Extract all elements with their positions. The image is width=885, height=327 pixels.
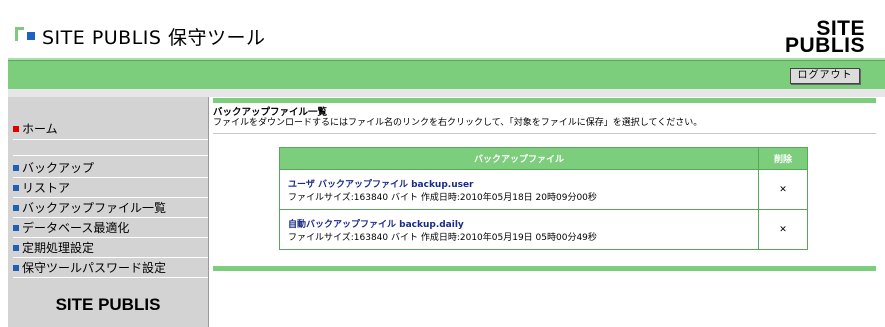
sidebar-footer-logo: SITE PUBLIS <box>55 295 161 314</box>
table-row: 自動バックアップファイル backup.daily ファイルサイズ:163840… <box>279 209 808 250</box>
file-meta: ファイルサイズ:163840 バイト 作成日時:2010年05月18日 20時0… <box>288 192 597 203</box>
app-logo-icon <box>15 27 35 41</box>
sidebar-item-db-optimize[interactable]: データベース最適化 <box>13 219 129 237</box>
content-bottom-bar <box>213 266 876 271</box>
red-square-icon <box>13 126 19 132</box>
delete-icon[interactable]: ✕ <box>758 169 808 210</box>
delete-icon[interactable]: ✕ <box>758 209 808 250</box>
page-description: ファイルをダウンロードするにはファイル名のリンクを右クリックして、「対象をファイ… <box>213 118 703 128</box>
brand-logo: SITE PUBLIS <box>784 18 865 57</box>
sidebar-item-label: 定期処理設定 <box>22 241 95 255</box>
sidebar-divider <box>13 217 208 218</box>
header: SITE PUBLIS 保守ツール SITE PUBLIS <box>0 0 885 58</box>
sidebar: ホーム バックアップ リストア バックアップファイル一覧 データベース最適化 定… <box>8 97 209 327</box>
header-sub-strip <box>8 89 885 97</box>
sidebar-divider <box>13 139 208 140</box>
logout-button[interactable]: ログアウト <box>790 68 860 84</box>
sidebar-divider <box>13 237 208 238</box>
sidebar-divider <box>13 177 208 178</box>
table-row: ユーザ バックアップファイル backup.user ファイルサイズ:16384… <box>279 169 808 210</box>
backup-file-table: バックアップファイル 削除 ユーザ バックアップファイル backup.user… <box>279 147 808 250</box>
sidebar-divider <box>13 155 208 156</box>
content-top-bar <box>213 98 876 103</box>
sidebar-divider <box>13 257 208 258</box>
sidebar-item-label: リストア <box>22 181 71 195</box>
sidebar-item-home[interactable]: ホーム <box>13 120 58 138</box>
sidebar-divider <box>13 197 208 198</box>
blue-square-icon <box>13 165 19 171</box>
file-link[interactable]: ユーザ バックアップファイル backup.user <box>288 177 757 190</box>
blue-square-icon <box>13 245 19 251</box>
file-cell: ユーザ バックアップファイル backup.user ファイルサイズ:16384… <box>279 169 759 210</box>
blue-square-icon <box>13 205 19 211</box>
description-divider <box>213 133 876 134</box>
sidebar-item-label: データベース最適化 <box>22 221 130 235</box>
sidebar-item-backup-list[interactable]: バックアップファイル一覧 <box>13 199 166 217</box>
sidebar-item-label: 保守ツールパスワード設定 <box>22 261 167 275</box>
table-header-row: バックアップファイル 削除 <box>279 147 808 170</box>
sidebar-divider <box>13 277 208 278</box>
sidebar-item-restore[interactable]: リストア <box>13 179 70 197</box>
file-link[interactable]: 自動バックアップファイル backup.daily <box>288 217 757 230</box>
header-bar <box>8 60 885 89</box>
column-header-file: バックアップファイル <box>279 147 759 170</box>
file-cell: 自動バックアップファイル backup.daily ファイルサイズ:163840… <box>279 209 759 250</box>
sidebar-item-label: バックアップファイル一覧 <box>22 201 167 215</box>
sidebar-item-password[interactable]: 保守ツールパスワード設定 <box>13 259 166 277</box>
blue-square-icon <box>13 185 19 191</box>
blue-square-icon <box>13 265 19 271</box>
sidebar-item-scheduled[interactable]: 定期処理設定 <box>13 239 94 257</box>
brand-logo-line2: PUBLIS <box>784 34 865 57</box>
sidebar-item-backup[interactable]: バックアップ <box>13 159 94 177</box>
app-title: SITE PUBLIS 保守ツール <box>42 27 266 49</box>
file-meta: ファイルサイズ:163840 バイト 作成日時:2010年05月19日 05時0… <box>288 232 597 243</box>
blue-square-icon <box>13 225 19 231</box>
sidebar-item-label: ホーム <box>22 122 58 136</box>
column-header-delete: 削除 <box>758 147 808 170</box>
sidebar-item-label: バックアップ <box>22 161 95 175</box>
